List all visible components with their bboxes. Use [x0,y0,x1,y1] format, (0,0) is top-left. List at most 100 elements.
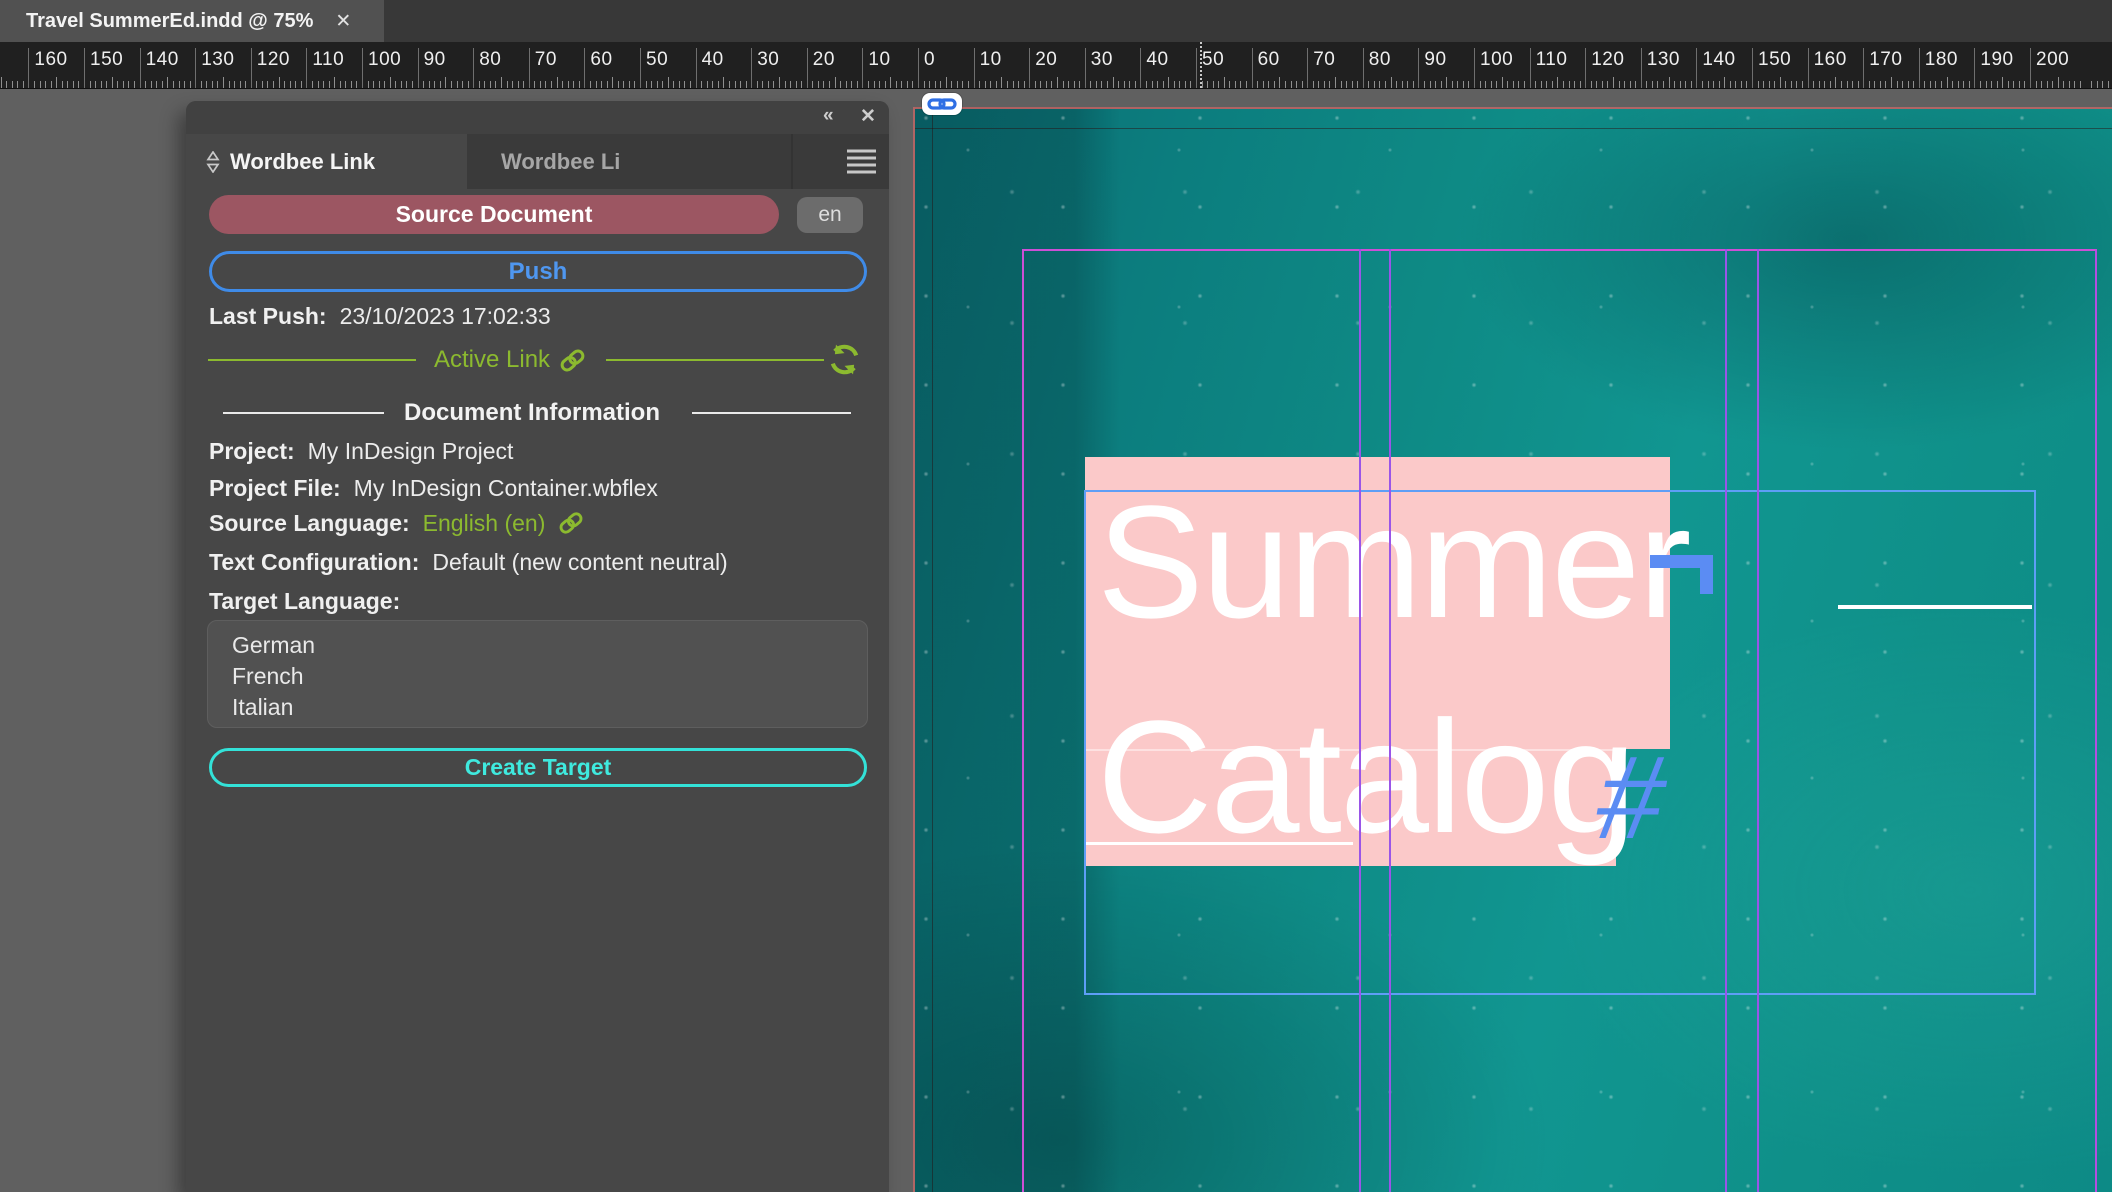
ruler-tick [657,81,658,88]
ruler-tick [2069,81,2070,88]
linked-file-badge[interactable] [922,93,962,115]
ruler-label: 180 [1925,49,1958,71]
ruler-tick [190,81,191,88]
ruler-major-tick [1641,48,1642,88]
divider [606,359,824,361]
ruler-tick [1268,81,1269,88]
ruler-major-tick [1808,48,1809,88]
ruler-major-tick [362,48,363,88]
ruler-tick [1746,81,1747,88]
ruler-label: 70 [535,49,557,71]
ruler-tick [2097,81,2098,88]
close-panel-icon[interactable]: ✕ [860,105,876,128]
ruler-tick [718,81,719,88]
list-item-french[interactable]: French [232,661,867,692]
ruler-major-tick [1418,48,1419,88]
ruler-tick [501,77,502,88]
ruler-major-tick [84,48,85,88]
ruler-label: 100 [1480,49,1513,71]
ruler-major-tick [918,48,919,88]
document-tab-bar: Travel SummerEd.indd @ 75% ✕ [0,0,2112,42]
ruler-tick [1274,81,1275,88]
ruler-tick [1157,81,1158,88]
ruler-label: 130 [1647,49,1680,71]
ruler-tick [468,81,469,88]
ruler-tick [1468,81,1469,88]
ruler-tick [1118,81,1119,88]
ruler-tick [1229,81,1230,88]
tab-wordbee-link[interactable]: Wordbee Link [186,134,467,189]
ruler-tick [746,81,747,88]
ruler-major-tick [1085,48,1086,88]
page-edge-horizontal [915,128,2112,129]
ruler-tick [729,81,730,88]
ruler-tick [596,81,597,88]
ruler-tick [1174,81,1175,88]
ruler-tick [1947,77,1948,88]
ruler-label: 20 [813,49,835,71]
tab-wordbee-link-2[interactable]: Wordbee Li [469,134,793,189]
ruler-tick [840,81,841,88]
ruler-tick [1885,81,1886,88]
ruler-tick [1079,81,1080,88]
ruler-tick [701,81,702,88]
source-document-button[interactable]: Source Document [209,195,779,234]
ruler-tick [1218,81,1219,88]
ruler-tick [1135,81,1136,88]
ruler-tick [323,81,324,88]
document-canvas[interactable]: Summer Catalog # [913,107,2112,1192]
ruler-major-tick [640,48,641,88]
ruler-tick [1040,81,1041,88]
document-tab-close-icon[interactable]: ✕ [335,10,351,33]
project-file-label: Project File: [209,475,341,502]
push-button[interactable]: Push [209,251,867,292]
ruler-label: 140 [1702,49,1735,71]
ruler-tick [1680,81,1681,88]
ruler-tick [1513,81,1514,88]
refresh-icon[interactable] [828,343,861,376]
ruler-label: 140 [146,49,179,71]
ruler-major-tick [1863,48,1864,88]
ruler-tick [429,81,430,88]
ruler-tick [1835,77,1836,88]
ruler-tick [1424,81,1425,88]
ruler-label: 160 [1814,49,1847,71]
ruler-tick [2008,81,2009,88]
ruler-major-tick [696,48,697,88]
ruler-label: 0 [924,49,935,71]
ruler-tick [935,81,936,88]
ruler-tick [1963,81,1964,88]
create-target-button[interactable]: Create Target [209,748,867,787]
list-item-german[interactable]: German [232,630,867,661]
collapse-panel-icon[interactable]: « [823,105,832,127]
ruler-tick [1580,81,1581,88]
ruler-tick [1007,81,1008,88]
ruler-tick [401,81,402,88]
ruler-tick [1785,81,1786,88]
ruler-major-tick [1696,48,1697,88]
ruler-tick [301,81,302,88]
ruler-tick [1296,81,1297,88]
document-tab[interactable]: Travel SummerEd.indd @ 75% ✕ [0,0,384,42]
ruler-tick [924,81,925,88]
ruler-tick [590,81,591,88]
ruler-tick [1758,81,1759,88]
ruler-tick [1902,81,1903,88]
ruler-tick [117,81,118,88]
ruler-tick [1224,77,1225,88]
panel-menu-icon[interactable] [845,147,878,175]
list-item-italian[interactable]: Italian [232,692,867,723]
ruler-tick [2047,81,2048,88]
ruler-tick [2058,77,2059,88]
ruler-tick [95,81,96,88]
ruler-tick [651,81,652,88]
ruler-label: 90 [424,49,446,71]
ruler-tick [868,81,869,88]
ruler-tick [1880,81,1881,88]
wordbee-link-icon [558,510,584,536]
target-language-list[interactable]: German French Italian [207,620,868,728]
ruler-tick [240,81,241,88]
ruler-tick [1741,81,1742,88]
ruler-tick [451,81,452,88]
ruler-tick [223,77,224,88]
